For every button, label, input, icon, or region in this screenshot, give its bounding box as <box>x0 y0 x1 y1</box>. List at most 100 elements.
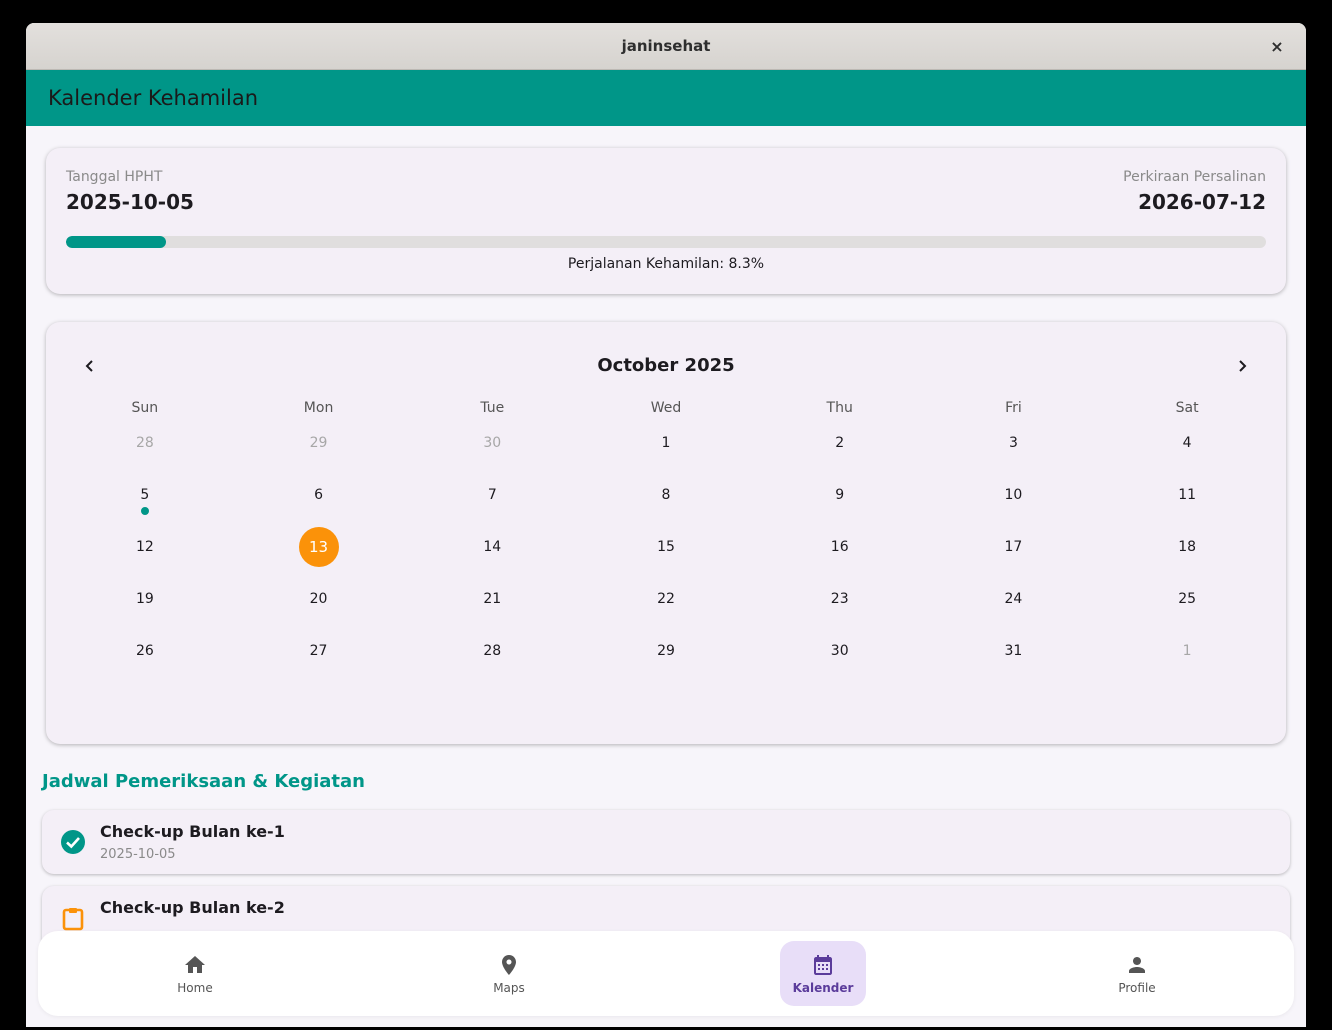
calendar-day[interactable]: 24 <box>927 573 1101 625</box>
calendar-day-number: 20 <box>309 591 328 607</box>
calendar-day-number: 28 <box>135 435 154 451</box>
chevron-right-icon <box>1239 360 1247 372</box>
calendar-day[interactable]: 28 <box>58 417 232 469</box>
schedule-section-title: Jadwal Pemeriksaan & Kegiatan <box>42 771 365 792</box>
home-icon <box>185 955 205 973</box>
pregnancy-info-card: Tanggal HPHT 2025-10-05 Perkiraan Persal… <box>46 148 1286 294</box>
schedule-item[interactable]: Check-up Bulan ke-1 2025-10-05 <box>42 810 1290 874</box>
due-date-label: Perkiraan Persalinan <box>1123 169 1266 185</box>
calendar-day[interactable]: 4 <box>1100 417 1274 469</box>
calendar-day[interactable]: 11 <box>1100 469 1274 521</box>
calendar-day-selected[interactable]: 13 <box>232 521 406 573</box>
calendar-day[interactable]: 22 <box>579 573 753 625</box>
calendar-day-number: 21 <box>483 591 502 607</box>
calendar-day[interactable]: 1 <box>1100 625 1274 677</box>
calendar-day-number: 10 <box>1004 487 1023 503</box>
location-pin-icon <box>502 954 516 975</box>
calendar-day-number: 1 <box>661 435 671 451</box>
calendar-day-number: 6 <box>314 487 324 503</box>
calendar-day-number: 17 <box>1004 539 1023 555</box>
calendar-day-number: 22 <box>657 591 675 607</box>
calendar-day[interactable]: 8 <box>579 469 753 521</box>
due-date-value: 2026-07-12 <box>1138 190 1266 214</box>
calendar-day[interactable]: 2 <box>753 417 927 469</box>
schedule-item-date: 2025-10-05 <box>100 847 176 862</box>
calendar-day-number: 14 <box>483 539 502 555</box>
weekday-header: Sun Mon Tue Wed Thu Fri Sat <box>58 400 1274 416</box>
calendar-day[interactable]: 16 <box>753 521 927 573</box>
close-icon[interactable]: × <box>1266 35 1288 57</box>
calendar-day[interactable]: 12 <box>58 521 232 573</box>
pregnancy-progress-fill <box>66 236 166 248</box>
calendar-day[interactable]: 30 <box>753 625 927 677</box>
calendar-day-number: 5 <box>140 487 150 503</box>
calendar-day-number: 28 <box>483 643 502 659</box>
nav-maps[interactable]: Maps <box>352 931 666 1016</box>
nav-home-label: Home <box>177 980 213 995</box>
clipboard-icon <box>62 908 84 931</box>
main-content: Tanggal HPHT 2025-10-05 Perkiraan Persal… <box>26 126 1306 1027</box>
calendar-day-number: 27 <box>309 643 328 659</box>
calendar-day[interactable]: 6 <box>232 469 406 521</box>
title-bar: janinsehat × <box>26 23 1306 70</box>
calendar-day[interactable]: 31 <box>927 625 1101 677</box>
calendar-day[interactable]: 23 <box>753 573 927 625</box>
calendar-day-number: 13 <box>298 527 339 567</box>
calendar-day[interactable]: 18 <box>1100 521 1274 573</box>
calendar-day-number: 26 <box>135 643 154 659</box>
weekday-label: Mon <box>303 400 334 416</box>
calendar-card: October 2025 Sun Mon Tue Wed Thu Fri Sat 28 29 3… <box>46 322 1286 744</box>
calendar-day[interactable]: 1 <box>579 417 753 469</box>
calendar-day[interactable]: 26 <box>58 625 232 677</box>
calendar-day[interactable]: 28 <box>405 625 579 677</box>
event-marker-dot <box>140 507 149 515</box>
calendar-day-number: 30 <box>483 435 502 451</box>
calendar-day[interactable]: 19 <box>58 573 232 625</box>
calendar-day-number: 16 <box>830 539 849 555</box>
calendar-day-number: 25 <box>1178 591 1197 607</box>
hpht-label: Tanggal HPHT <box>66 169 163 185</box>
calendar-day-number: 15 <box>657 539 675 555</box>
calendar-day[interactable]: 3 <box>927 417 1101 469</box>
weekday-label: Wed <box>650 400 682 416</box>
calendar-day[interactable]: 17 <box>927 521 1101 573</box>
page-title: Kalender Kehamilan <box>48 86 259 110</box>
bottom-navigation: Home Maps Kalender Profile <box>38 931 1294 1016</box>
next-month-button[interactable] <box>1222 348 1262 384</box>
pregnancy-journey-text: Perjalanan Kehamilan: 8.3% <box>567 256 765 272</box>
calendar-day[interactable]: 10 <box>927 469 1101 521</box>
nav-kalender[interactable]: Kalender <box>666 931 980 1016</box>
calendar-day-number: 29 <box>657 643 675 659</box>
nav-kalender-label: Kalender <box>792 980 854 995</box>
schedule-item-title: Check-up Bulan ke-1 <box>100 822 285 841</box>
calendar-icon <box>814 954 832 975</box>
weekday-label: Sat <box>1175 400 1199 416</box>
app-window: janinsehat × Kalender Kehamilan Tanggal … <box>26 23 1306 1027</box>
calendar-day[interactable]: 5 <box>58 469 232 521</box>
calendar-day[interactable]: 25 <box>1100 573 1274 625</box>
calendar-day[interactable]: 15 <box>579 521 753 573</box>
calendar-day[interactable]: 20 <box>232 573 406 625</box>
calendar-day[interactable]: 14 <box>405 521 579 573</box>
hpht-value: 2025-10-05 <box>66 190 194 214</box>
calendar-day-number: 12 <box>135 539 154 555</box>
calendar-day[interactable]: 29 <box>579 625 753 677</box>
calendar-day-number: 9 <box>835 487 845 503</box>
nav-profile[interactable]: Profile <box>980 931 1294 1016</box>
nav-home[interactable]: Home <box>38 931 352 1016</box>
window-title: janinsehat <box>621 37 711 55</box>
month-label: October 2025 <box>597 355 735 376</box>
calendar-day[interactable]: 7 <box>405 469 579 521</box>
calendar-day[interactable]: 27 <box>232 625 406 677</box>
calendar-day[interactable]: 9 <box>753 469 927 521</box>
calendar-day-number: 8 <box>661 487 671 503</box>
calendar-day[interactable]: 30 <box>405 417 579 469</box>
calendar-day[interactable]: 29 <box>232 417 406 469</box>
calendar-day-number: 19 <box>135 591 154 607</box>
weekday-label: Thu <box>826 400 853 416</box>
person-icon <box>1129 956 1145 973</box>
calendar-day[interactable]: 21 <box>405 573 579 625</box>
calendar-day-number: 2 <box>835 435 845 451</box>
weekday-label: Tue <box>480 400 505 416</box>
calendar-day-number: 31 <box>1004 643 1023 659</box>
